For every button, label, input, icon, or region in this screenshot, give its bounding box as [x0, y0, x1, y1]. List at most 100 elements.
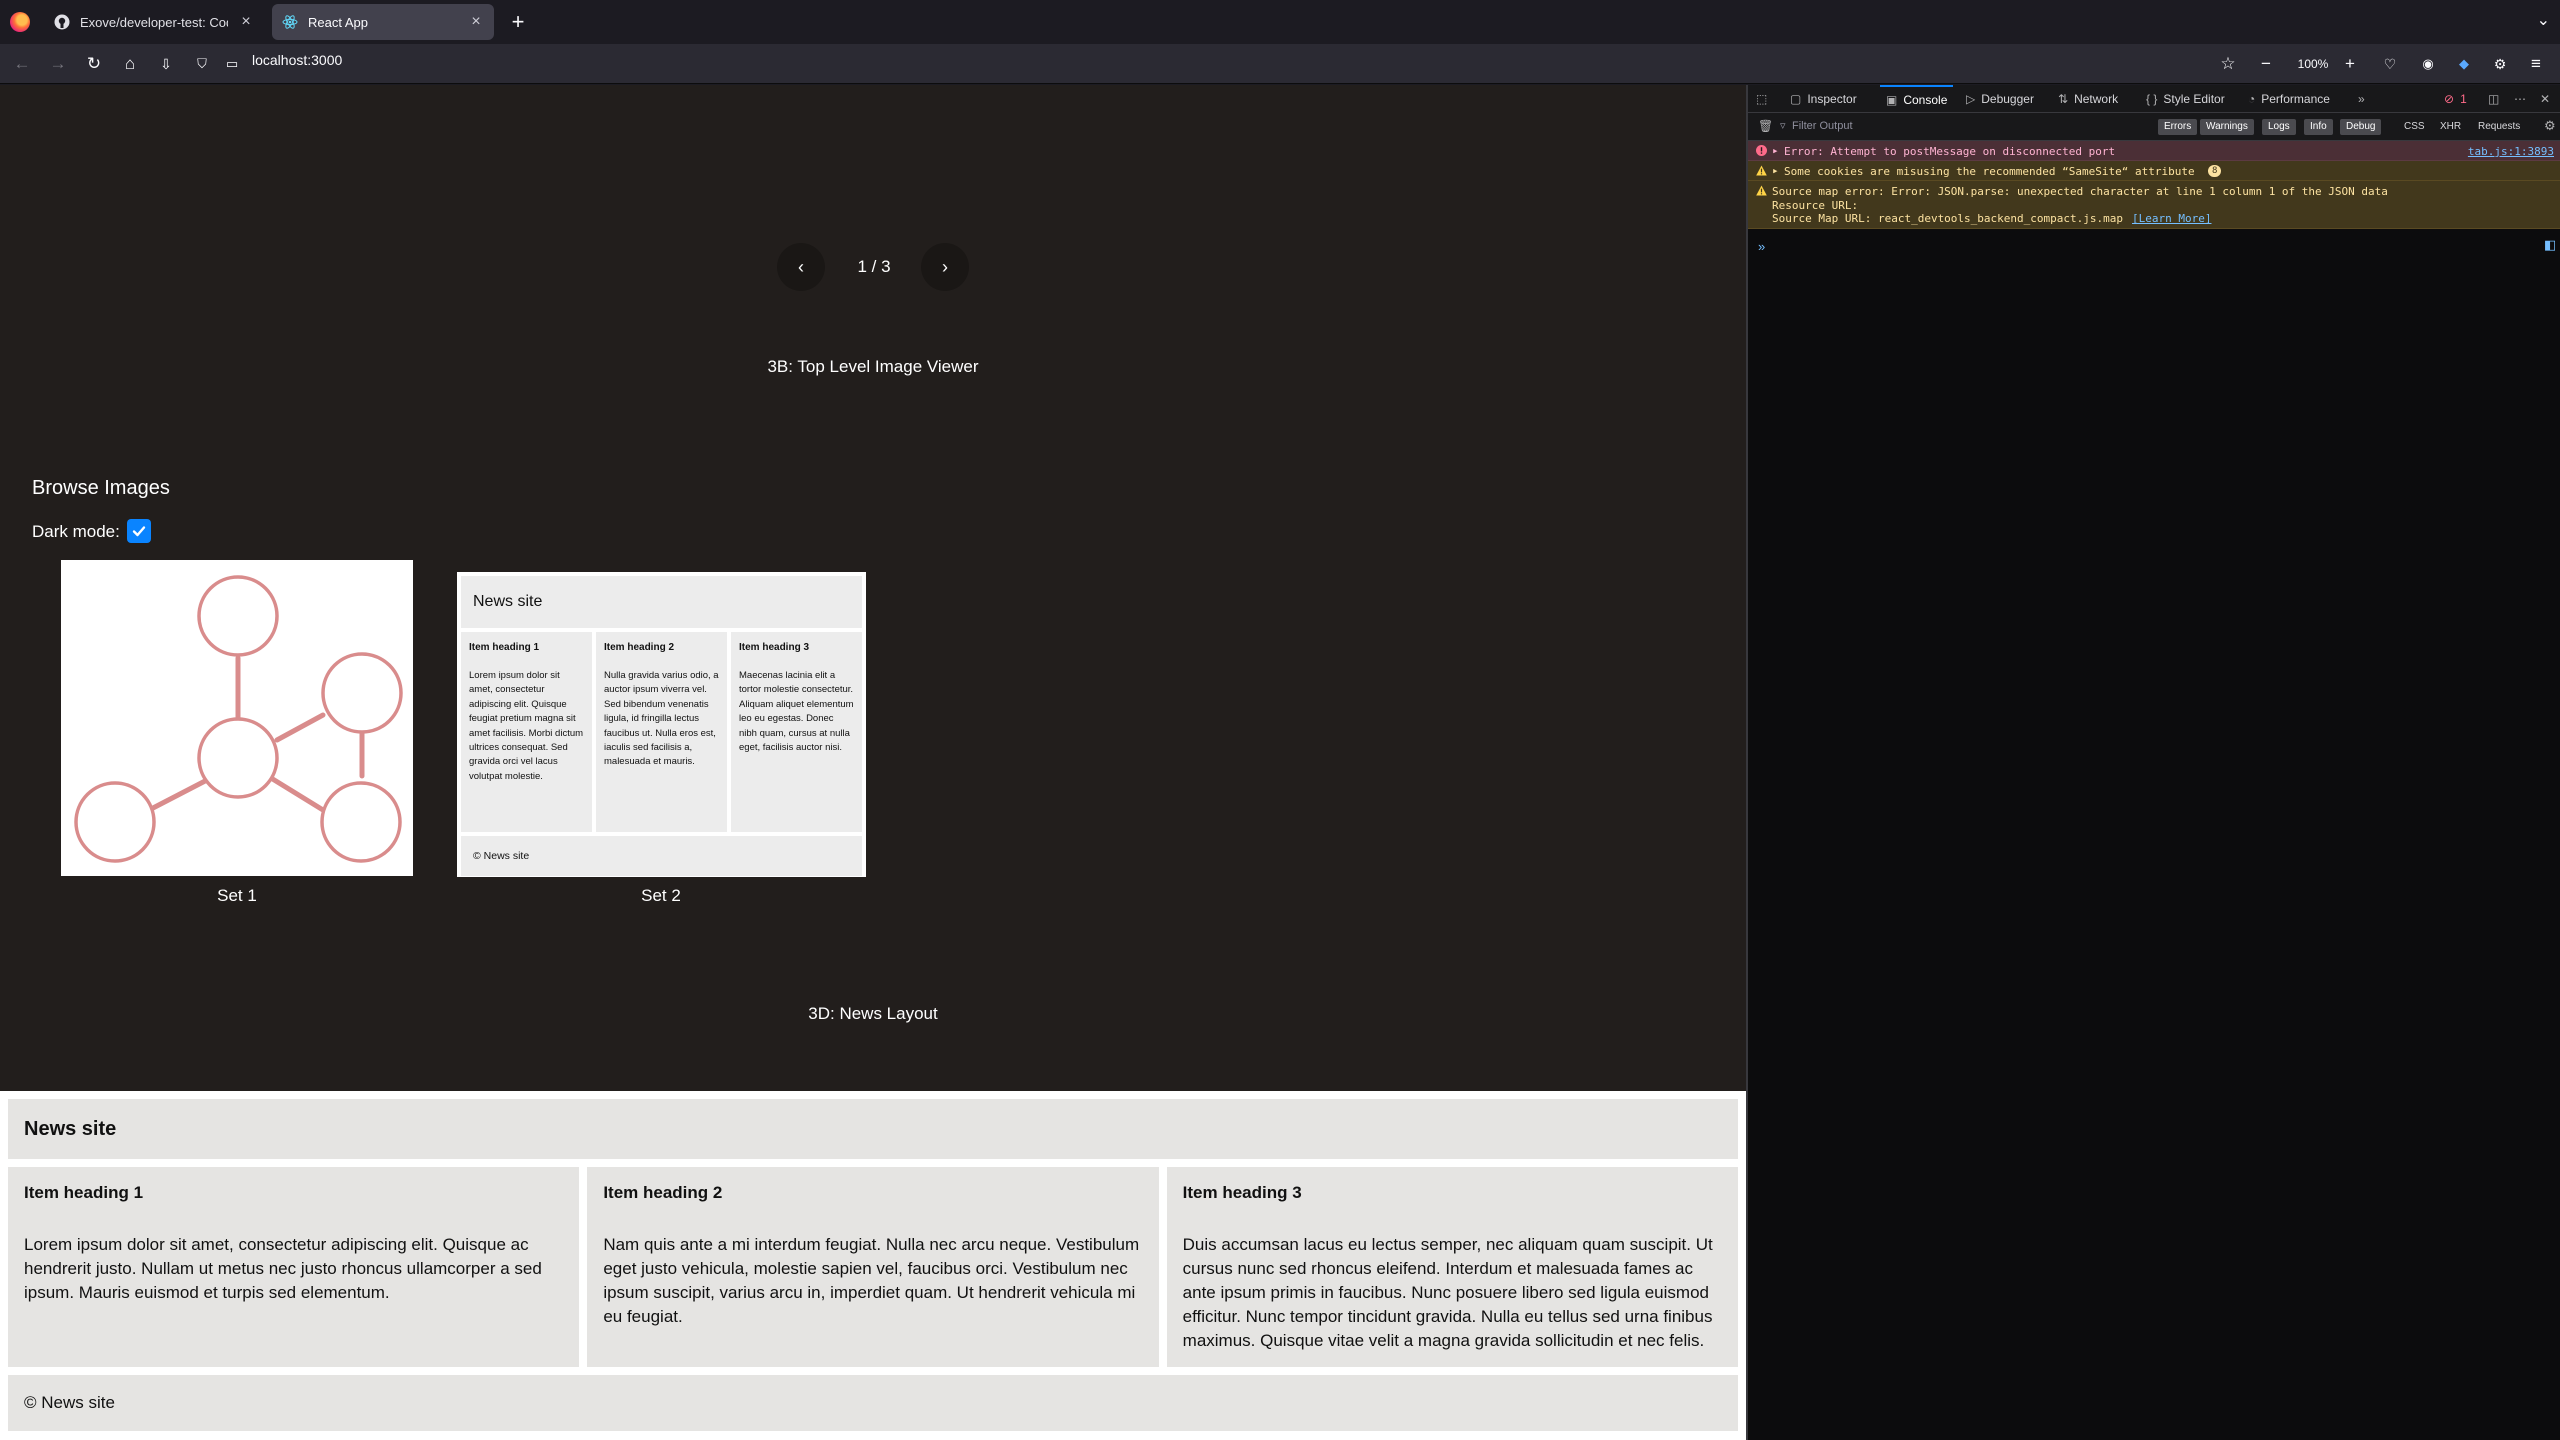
tab-inspector[interactable]: ▢ Inspector	[1790, 85, 1857, 113]
console-settings-icon[interactable]: ⚙	[2544, 118, 2556, 134]
thumb-news-item: Item heading 3 Maecenas lacinia elit a t…	[731, 632, 862, 832]
tab-debugger[interactable]: ▷ Debugger	[1966, 85, 2034, 113]
error-count-badge[interactable]: ⊘ 1	[2444, 85, 2467, 113]
tab-title: Exove/developer-test: Coding te	[80, 14, 228, 30]
caption-3b: 3B: Top Level Image Viewer	[767, 357, 979, 376]
console-toolbar: 🗑 ▿ Filter Output Errors Warnings Logs I…	[1748, 113, 2560, 141]
thumb-item-heading: Item heading 2	[604, 642, 675, 653]
news-footer: © News site	[8, 1375, 1738, 1431]
tab-console[interactable]: ▣ Console	[1880, 85, 1954, 113]
firefox-menu-icon[interactable]	[10, 12, 30, 32]
home-icon[interactable]: ⌂	[116, 50, 144, 78]
new-tab-button[interactable]: +	[504, 8, 532, 36]
extensions-icon[interactable]: ⚙	[2486, 50, 2514, 78]
caption-3d: 3D: News Layout	[808, 1004, 938, 1023]
tab-network[interactable]: ⇅ Network	[2058, 85, 2118, 113]
filter-requests[interactable]: Requests	[2472, 119, 2526, 135]
pick-element-icon[interactable]: ⬚	[1756, 85, 1776, 113]
editor-mode-icon[interactable]: ◧	[2544, 237, 2556, 253]
clear-console-icon[interactable]: 🗑	[1758, 119, 1773, 133]
molecule-image	[74, 575, 403, 863]
bookmark-star-icon[interactable]: ☆	[2214, 50, 2242, 78]
console-input-prompt[interactable]: »	[1758, 239, 1765, 254]
page-viewport: ‹ 1 / 3 › 3B: Top Level Image Viewer Bro…	[0, 85, 1746, 1440]
close-devtools-icon[interactable]: ✕	[2540, 85, 2550, 113]
warning-icon	[1756, 165, 1767, 176]
filter-css[interactable]: CSS	[2398, 119, 2431, 135]
thumb-news-header: News site	[461, 576, 862, 628]
filter-debug[interactable]: Debug	[2340, 119, 2382, 135]
news-item-heading: Item heading 2	[603, 1183, 723, 1202]
zoom-level[interactable]: 100%	[2292, 50, 2334, 78]
list-all-tabs-icon[interactable]: ⌄	[2537, 10, 2550, 30]
news-item: Item heading 3 Duis accumsan lacus eu le…	[1166, 1167, 1738, 1367]
set-1-thumbnail[interactable]	[61, 560, 413, 876]
more-tools-icon[interactable]: »	[2358, 85, 2365, 113]
filter-logs[interactable]: Logs	[2262, 119, 2296, 135]
set-2-thumbnail[interactable]: News site Item heading 1 Lorem ipsum dol…	[457, 572, 866, 877]
news-item: Item heading 2 Nam quis ante a mi interd…	[587, 1167, 1159, 1367]
filter-info[interactable]: Info	[2304, 119, 2333, 135]
repeat-count-badge: 8	[2208, 165, 2222, 177]
error-icon: ⊘	[2444, 92, 2455, 106]
expand-arrow-icon[interactable]: ▸	[1772, 144, 1779, 157]
tab-github[interactable]: Exove/developer-test: Coding te ×	[44, 4, 264, 40]
devtools-tab-bar: ⬚ ▢ Inspector ▣ Console ▷ Debugger ⇅ Network…	[1748, 85, 2560, 113]
image-counter: 1 / 3	[857, 257, 891, 276]
console-message-warning[interactable]: ▸ Some cookies are misusing the recommen…	[1748, 161, 2560, 181]
learn-more-link[interactable]: [Learn More]	[2132, 212, 2211, 225]
tab-title: React App	[308, 14, 368, 30]
reload-icon[interactable]: ↻	[80, 50, 108, 78]
checkmark-icon	[132, 526, 146, 537]
warning-icon	[1756, 185, 1767, 196]
thumb-item-text: Maecenas lacinia elit a tortor molestie …	[739, 670, 854, 754]
thumb-news-footer: © News site	[461, 836, 862, 876]
filter-warnings[interactable]: Warnings	[2200, 119, 2254, 135]
tab-performance[interactable]: ◔ Performance	[2248, 85, 2330, 113]
thumb-item-heading: Item heading 1	[469, 642, 540, 653]
news-header: News site	[8, 1099, 1738, 1159]
tab-strip: Exove/developer-test: Coding te × React …	[0, 0, 2560, 44]
style-editor-icon: { }	[2146, 92, 2158, 106]
filter-output-input[interactable]: Filter Output	[1792, 120, 1853, 132]
tab-style-editor[interactable]: { } Style Editor	[2146, 85, 2225, 113]
account-icon[interactable]: ◉	[2414, 50, 2442, 78]
back-icon[interactable]: ←	[8, 50, 36, 78]
zoom-out-icon[interactable]: −	[2252, 50, 2280, 78]
app-menu-icon[interactable]: ≡	[2522, 50, 2550, 78]
news-item-text: Duis accumsan lacus eu lectus semper, ne…	[1182, 1235, 1713, 1350]
console-message-warning[interactable]: Source map error: Error: JSON.parse: une…	[1748, 181, 2560, 229]
pocket-icon[interactable]: ♡	[2376, 50, 2404, 78]
save-to-pocket-icon[interactable]: ⇩	[152, 50, 180, 78]
react-icon	[282, 14, 298, 30]
extension-icon[interactable]: ◆	[2450, 50, 2478, 78]
dark-mode-checkbox[interactable]	[127, 519, 151, 543]
expand-arrow-icon[interactable]: ▸	[1772, 164, 1779, 177]
dock-side-icon[interactable]: ◫	[2488, 85, 2499, 113]
filter-xhr[interactable]: XHR	[2434, 119, 2467, 135]
error-icon	[1756, 145, 1767, 156]
tab-react-app[interactable]: React App ×	[272, 4, 494, 40]
prev-image-button[interactable]: ‹	[777, 243, 825, 291]
zoom-in-icon[interactable]: +	[2336, 50, 2364, 78]
next-image-button[interactable]: ›	[921, 243, 969, 291]
network-icon: ⇅	[2058, 92, 2069, 106]
console-message-error[interactable]: ▸ Error: Attempt to postMessage on disco…	[1748, 141, 2560, 161]
tracking-protection-icon[interactable]: ⛉	[192, 50, 212, 78]
news-item-text: Lorem ipsum dolor sit amet, consectetur …	[24, 1235, 542, 1302]
page-info-icon[interactable]: ▭	[222, 50, 242, 78]
devtools-menu-icon[interactable]: ⋯	[2514, 85, 2526, 113]
close-tab-icon[interactable]: ×	[468, 13, 484, 31]
thumb-item-text: Nulla gravida varius odio, a auctor ipsu…	[604, 670, 719, 768]
devtools-panel: ⬚ ▢ Inspector ▣ Console ▷ Debugger ⇅ Network…	[1746, 85, 2560, 1440]
thumb-news-item: Item heading 2 Nulla gravida varius odio…	[596, 632, 727, 832]
thumb-news-item: Item heading 1 Lorem ipsum dolor sit ame…	[461, 632, 592, 832]
close-tab-icon[interactable]: ×	[238, 13, 254, 31]
source-link[interactable]: tab.js:1:3893	[2468, 145, 2554, 158]
forward-icon[interactable]: →	[44, 50, 72, 78]
filter-errors[interactable]: Errors	[2158, 119, 2198, 135]
news-item-heading: Item heading 1	[24, 1183, 144, 1202]
url-field[interactable]: localhost:3000	[252, 52, 342, 68]
news-item: Item heading 1 Lorem ipsum dolor sit ame…	[8, 1167, 580, 1367]
set-2-caption: Set 2	[641, 886, 681, 905]
